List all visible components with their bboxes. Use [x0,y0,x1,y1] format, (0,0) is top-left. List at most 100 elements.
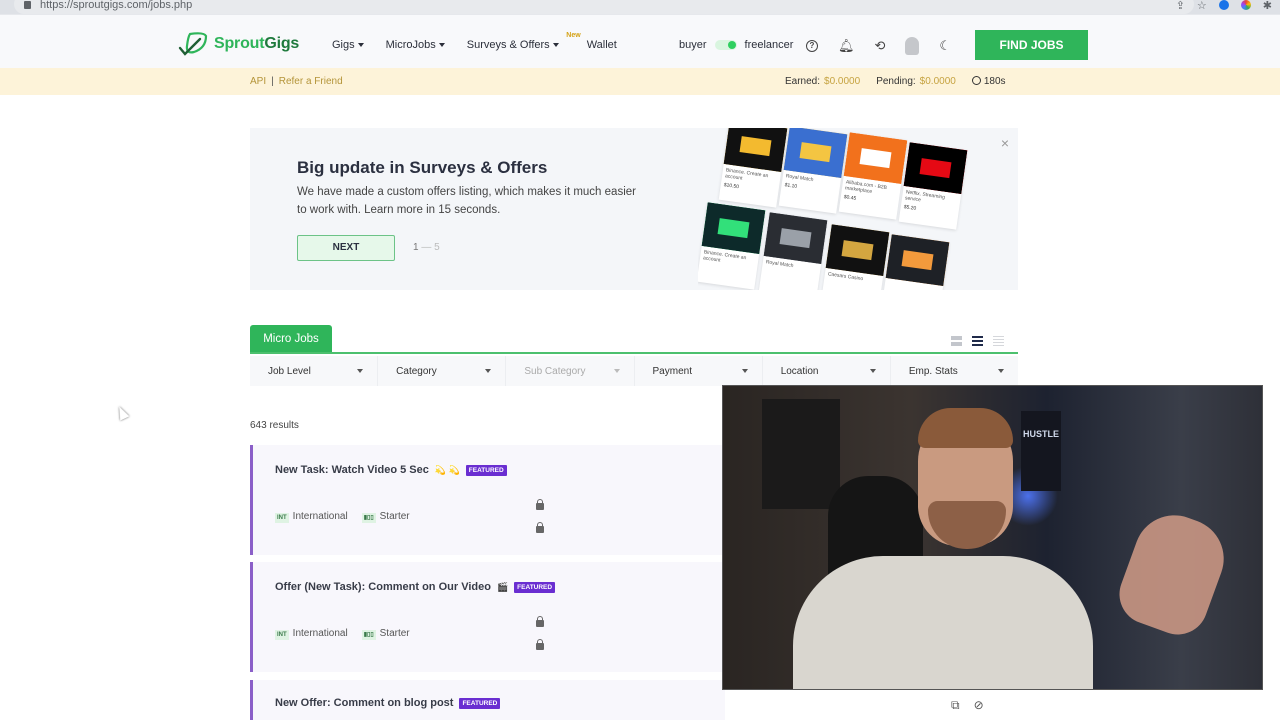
nav-microjobs-label: MicroJobs [385,39,436,51]
job-level: ▮▯▯ Starter [361,511,410,523]
featured-badge: FEATURED [459,697,501,709]
offer-tile: Netflix. Streaming service $5.20 [898,142,968,230]
filter-label: Emp. Stats [908,365,958,377]
avatar-icon[interactable] [905,37,920,55]
chevron-down-icon [438,43,445,48]
pager-total: 5 [434,242,440,253]
refer-friend-link[interactable]: Refer a Friend [279,76,343,87]
offer-tile-image [903,142,968,194]
list-view-icon[interactable] [972,336,983,346]
filter-payment[interactable]: Payment [635,356,763,386]
job-card[interactable]: New Offer: Comment on blog post FEATURED [250,680,725,720]
wall-poster [762,399,840,509]
mouse-cursor [114,404,130,421]
find-jobs-button[interactable]: FIND JOBS [975,30,1088,60]
role-toggle[interactable] [714,40,737,50]
moon-icon[interactable]: ☾ [939,38,951,54]
promo-title: Big update in Surveys & Offers [297,158,548,177]
filter-emp-stats[interactable]: Emp. Stats [891,356,1018,386]
puzzle-icon[interactable]: ✱ [1263,0,1272,12]
filter-category[interactable]: Category [378,356,507,386]
logo-text-sprout: Sprout [214,35,265,52]
level-bars-icon: ▮▯▯ [361,513,376,523]
lock-icon [536,522,544,533]
offer-tile: Caesars Casino [820,224,890,290]
close-icon[interactable]: × [1001,135,1009,151]
location-tag: INT [275,630,289,640]
offer-tiles-preview: Binance. Create an account $10.50 Royal Ma… [698,128,968,290]
offer-tile-image [843,132,908,184]
bell-icon[interactable]: 🔔︎ [838,38,855,54]
person-body [793,556,1093,689]
offer-tile-image [825,224,890,276]
chevron-down-icon [998,369,1005,373]
offer-tile: Binance. Create an account [698,202,766,290]
job-card[interactable]: New Task: Watch Video 5 Sec 💫 💫 FEATURED I… [250,445,725,555]
offer-tile: Royal Match [758,212,828,290]
featured-badge: FEATURED [514,581,556,593]
lock-icon [536,639,544,650]
job-card[interactable]: Offer (New Task): Comment on Our Video 🎬 F… [250,562,725,672]
filter-label: Payment [652,365,692,377]
job-title-text: Offer (New Task): Comment on Our Video [275,581,491,593]
chevron-down-icon [485,369,492,373]
offer-tile: Alibaba.com - B2B marketplace $0.45 [838,132,908,220]
filter-job-level[interactable]: Job Level [250,356,379,386]
promo-banner: Big update in Surveys & Offers We have m… [250,128,1018,290]
url-text[interactable]: https://sproutgigs.com/jobs.php [40,0,192,11]
promo-pager: 1 — 5 [413,242,440,253]
extension-color-icon[interactable] [1240,0,1251,10]
toggle-knob [727,41,736,49]
extension-blue-icon[interactable] [1218,0,1229,10]
help-icon[interactable]: ? [806,40,818,52]
nav-microjobs[interactable]: MicroJobs [386,39,445,51]
filter-label: Job Level [268,365,311,377]
person-hair [918,408,1013,448]
logo[interactable]: SproutGigs [178,32,299,56]
compact-view-icon[interactable] [951,336,962,346]
filter-label: Location [780,365,819,377]
webcam-video-overlay: HUSTLE [722,385,1263,690]
new-badge: New [566,32,581,39]
pending-value: $0.0000 [919,76,956,87]
nav-gigs[interactable]: Gigs [332,39,364,51]
chevron-down-icon [357,369,364,373]
filter-label: Category [396,365,437,377]
promo-next-button[interactable]: NEXT [297,235,395,261]
level-text: Starter [379,628,410,639]
share-icon[interactable]: ⇪ [1176,0,1185,12]
offer-tile-image [701,202,766,254]
api-link[interactable]: API [250,76,266,87]
logo-text: SproutGigs [214,35,299,53]
job-location: INT International [275,511,348,523]
tab-micro-jobs[interactable]: Micro Jobs [250,325,332,353]
promo-description: We have made a custom offers listing, wh… [297,186,636,216]
featured-badge: FEATURED [465,464,507,476]
history-icon[interactable]: ⟲ [875,38,886,54]
hustle-poster: HUSTLE [1021,411,1061,491]
offer-tile-image [763,212,828,264]
job-title[interactable]: Offer (New Task): Comment on Our Video 🎬 F… [275,581,556,593]
nav-surveys-offers[interactable]: Surveys & Offers New [467,32,581,51]
filter-location[interactable]: Location [763,356,891,386]
role-buyer-label[interactable]: buyer [679,39,707,51]
filter-sub-category[interactable]: Sub Category [506,356,635,386]
hide-icon[interactable]: ⊘ [974,698,984,713]
external-link-icon[interactable]: ⧉ [951,698,960,713]
chevron-down-icon [613,369,620,373]
dizzy-emoji-icon: 💫 💫 [434,464,460,475]
nav-wallet-label: Wallet [586,39,617,51]
job-title[interactable]: New Offer: Comment on blog post FEATURED [275,697,501,709]
chevron-down-icon [741,369,748,373]
pager-sep: — [421,242,432,253]
earned-value: $0.0000 [824,76,861,87]
nav-wallet[interactable]: Wallet [587,39,617,51]
role-freelancer-label[interactable]: freelancer [745,39,794,51]
clapper-emoji-icon: 🎬 [496,581,509,592]
job-level: ▮▯▯ Starter [361,628,410,640]
star-icon[interactable]: ☆ [1197,0,1207,12]
filters-bar: Job Level Category Sub Category Payment … [250,356,1018,386]
detail-view-icon[interactable] [993,336,1004,346]
job-meta: INT International ▮▯▯ Starter [275,511,410,523]
job-title[interactable]: New Task: Watch Video 5 Sec 💫 💫 FEATURED [275,464,507,476]
